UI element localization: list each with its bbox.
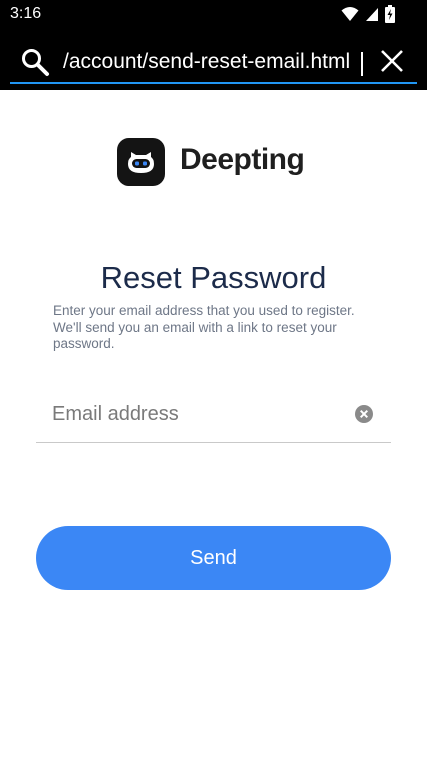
battery-charging-icon	[385, 5, 395, 23]
wifi-icon	[341, 7, 359, 21]
text-cursor	[361, 52, 363, 76]
brand-name: Deepting	[180, 143, 305, 176]
email-input[interactable]	[52, 400, 342, 428]
status-time: 3:16	[10, 5, 42, 22]
clear-circle-icon[interactable]	[355, 405, 373, 423]
email-field	[36, 392, 391, 443]
url-field[interactable]: /account/send-reset-email.html	[10, 40, 417, 84]
status-icons	[341, 4, 395, 24]
page-title: Reset Password	[100, 260, 327, 295]
robot-face-logo	[117, 138, 165, 186]
instructions-text: Enter your email address that you used t…	[53, 303, 355, 351]
send-button[interactable]: Send	[36, 526, 391, 590]
browser-address-bar: /account/send-reset-email.html	[0, 28, 427, 90]
close-icon[interactable]	[379, 48, 405, 74]
status-bar: 3:16	[0, 0, 427, 28]
cellular-signal-icon	[366, 8, 378, 21]
url-text[interactable]: /account/send-reset-email.html	[63, 47, 363, 77]
search-icon	[22, 49, 49, 76]
